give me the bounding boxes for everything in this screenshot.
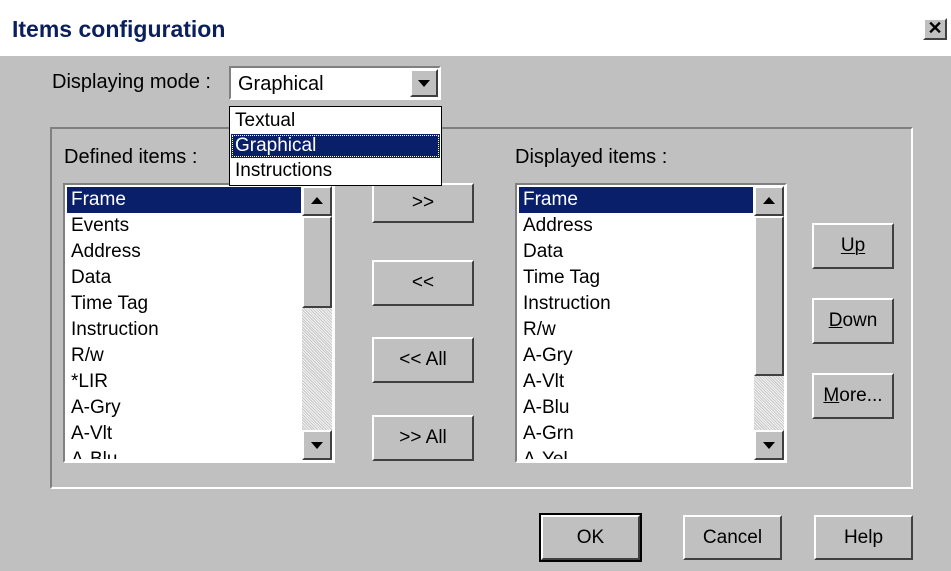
mode-option-textual[interactable]: Textual: [231, 109, 440, 133]
defined-item-list-item[interactable]: Instruction: [67, 317, 301, 343]
scroll-thumb[interactable]: [754, 216, 784, 376]
displayed-item-list-item[interactable]: A-Vlt: [519, 369, 753, 395]
more-button[interactable]: More...: [812, 373, 894, 419]
displayed-items-scrollbar[interactable]: [754, 186, 784, 460]
defined-item-list-item[interactable]: A-Blu: [67, 447, 301, 459]
scroll-up-button[interactable]: [754, 186, 784, 216]
displayed-item-list-item[interactable]: Time Tag: [519, 265, 753, 291]
displaying-mode-select[interactable]: Graphical: [229, 66, 441, 100]
displayed-item-list-item[interactable]: A-Gry: [519, 343, 753, 369]
defined-item-list-item[interactable]: Events: [67, 213, 301, 239]
defined-items-list[interactable]: Frame Events Address Data Time Tag Instructio…: [63, 183, 335, 463]
arrow-down-icon: [763, 442, 775, 449]
defined-items-scrollbar[interactable]: [302, 186, 332, 460]
scroll-up-button[interactable]: [302, 186, 332, 216]
scroll-down-button[interactable]: [754, 430, 784, 460]
chevron-down-icon: [418, 80, 430, 87]
displayed-items-entries: Frame Address Data Time Tag Instruction R/w A-…: [519, 187, 753, 459]
arrow-down-icon: [311, 442, 323, 449]
defined-item-list-item[interactable]: Frame: [67, 187, 301, 213]
title-bar: Items configuration ✕: [0, 0, 951, 56]
displaying-mode-label: Displaying mode :: [52, 71, 211, 93]
displayed-items-list[interactable]: Frame Address Data Time Tag Instruction R/w A-…: [515, 183, 787, 463]
help-button[interactable]: Help: [814, 515, 913, 560]
move-down-button[interactable]: Down: [812, 298, 894, 344]
close-icon: ✕: [927, 18, 943, 38]
arrow-up-icon: [763, 197, 775, 204]
defined-item-list-item[interactable]: *LIR: [67, 369, 301, 395]
remove-item-button[interactable]: <<: [372, 260, 474, 306]
defined-item-list-item[interactable]: Address: [67, 239, 301, 265]
defined-items-entries: Frame Events Address Data Time Tag Instructio…: [67, 187, 301, 459]
add-all-button[interactable]: >> All: [372, 415, 474, 461]
move-up-button[interactable]: Up: [812, 223, 894, 269]
defined-item-list-item[interactable]: R/w: [67, 343, 301, 369]
displayed-item-list-item[interactable]: A-Yel: [519, 447, 753, 459]
scroll-thumb[interactable]: [302, 216, 332, 308]
displayed-item-list-item[interactable]: A-Blu: [519, 395, 753, 421]
defined-items-label: Defined items :: [64, 146, 198, 168]
displayed-item-list-item[interactable]: Data: [519, 239, 753, 265]
dialog-title: Items configuration: [12, 16, 226, 42]
arrow-up-icon: [311, 197, 323, 204]
more-label: More...: [823, 385, 883, 406]
displayed-item-list-item[interactable]: Instruction: [519, 291, 753, 317]
remove-all-button[interactable]: << All: [372, 337, 474, 383]
defined-item-list-item[interactable]: Time Tag: [67, 291, 301, 317]
close-button[interactable]: ✕: [923, 18, 947, 40]
displayed-items-label: Displayed items :: [515, 146, 668, 168]
displayed-item-list-item[interactable]: R/w: [519, 317, 753, 343]
displayed-item-list-item[interactable]: Address: [519, 213, 753, 239]
defined-item-list-item[interactable]: Data: [67, 265, 301, 291]
displayed-item-list-item[interactable]: A-Grn: [519, 421, 753, 447]
add-item-button[interactable]: >>: [372, 183, 474, 223]
scroll-down-button[interactable]: [302, 430, 332, 460]
displaying-mode-value: Graphical: [238, 73, 324, 95]
displaying-mode-dropdown-button[interactable]: [410, 69, 438, 97]
displaying-mode-options: Textual Graphical Instructions: [229, 106, 442, 186]
move-up-label: Up: [840, 235, 866, 256]
displayed-item-list-item[interactable]: Frame: [519, 187, 753, 213]
mode-option-graphical[interactable]: Graphical: [231, 134, 440, 158]
mode-option-instructions[interactable]: Instructions: [231, 159, 440, 183]
cancel-button[interactable]: Cancel: [683, 515, 782, 560]
ok-button[interactable]: OK: [539, 513, 642, 562]
move-down-label: Down: [828, 310, 878, 331]
defined-item-list-item[interactable]: A-Gry: [67, 395, 301, 421]
defined-item-list-item[interactable]: A-Vlt: [67, 421, 301, 447]
